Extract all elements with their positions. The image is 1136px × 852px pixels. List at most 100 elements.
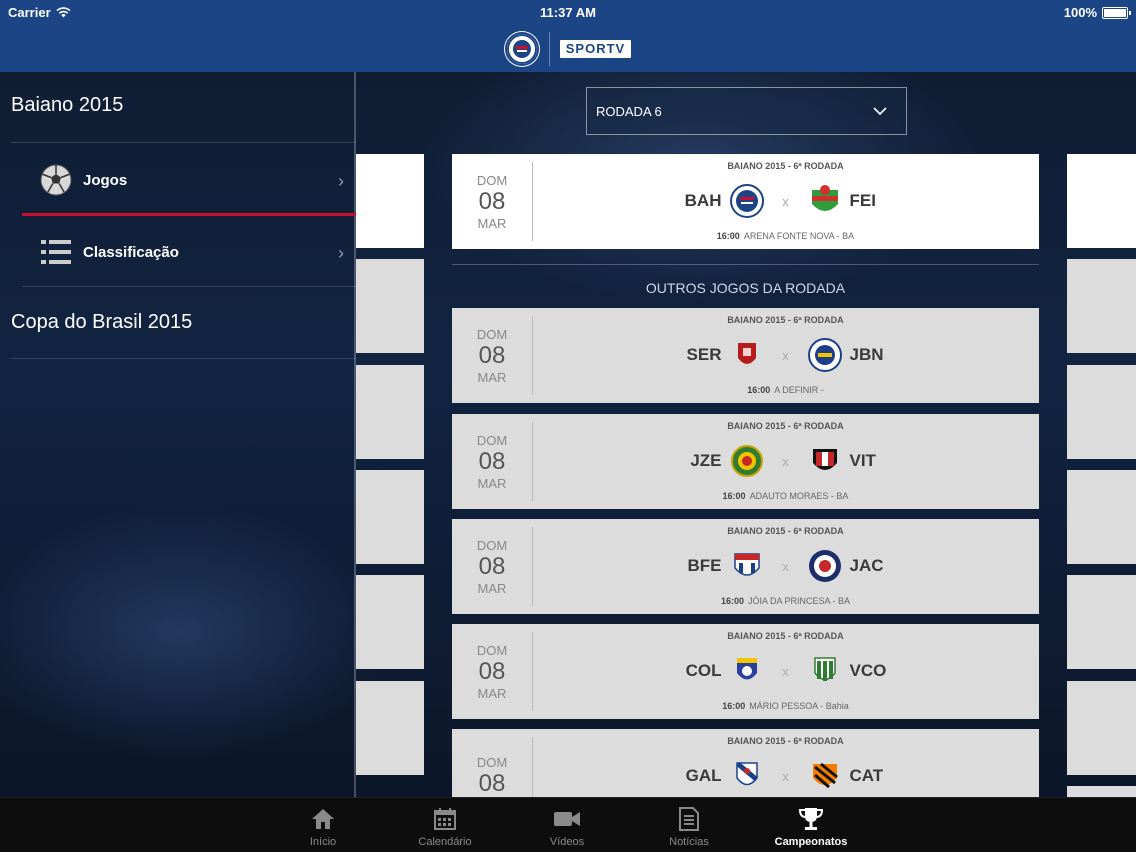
divider	[452, 264, 1039, 265]
sidebar-section-copa-do-brasil[interactable]: Copa do Brasil 2015	[11, 311, 192, 334]
vitoria-crest-icon	[808, 444, 842, 478]
round-select-value: RODADA 6	[596, 103, 662, 119]
soccer-ball-icon	[40, 164, 72, 196]
match-date: DOM 08	[452, 729, 532, 797]
featured-match-card[interactable]: DOM 08 MAR BAIANO 2015 - 6ª RODADA BAH x…	[452, 154, 1039, 249]
tab-label: Campeonatos	[774, 836, 848, 848]
match-day: 08	[478, 657, 506, 685]
prev-round-card[interactable]	[356, 470, 424, 564]
feirense-crest-icon	[808, 184, 842, 218]
match-weekday: DOM	[476, 172, 508, 188]
next-round-card[interactable]	[1067, 365, 1136, 459]
match-weekday: DOM	[476, 432, 508, 448]
next-round-card[interactable]	[1067, 259, 1136, 353]
sidebar-item-classificacao[interactable]: Classificação ›	[22, 217, 356, 287]
next-round-card[interactable]	[1067, 470, 1136, 564]
prev-round-card[interactable]	[356, 365, 424, 459]
vitoria-da-conquista-crest-icon	[808, 654, 842, 688]
stadium-name: A DEFINIR -	[774, 385, 824, 395]
home-team-abbr: SER	[686, 345, 722, 364]
sidebar-item-jogos[interactable]: Jogos ›	[22, 145, 356, 215]
other-matches-heading: OUTROS JOGOS DA RODADA	[645, 280, 846, 296]
match-card[interactable]: DOM 08 BAIANO 2015 - 6ª RODADA GAL x CAT	[452, 729, 1039, 797]
tab-label: Vídeos	[549, 836, 585, 848]
catuense-crest-icon	[808, 759, 842, 793]
versus-label: x	[782, 663, 789, 679]
match-card[interactable]: DOM 08 MAR BAIANO 2015 - 6ª RODADA SER x…	[452, 308, 1039, 403]
match-time: 16:00	[722, 491, 746, 501]
match-date: DOM 08 MAR	[452, 414, 532, 509]
chevron-down-icon	[873, 107, 887, 116]
match-round-label: BAIANO 2015 - 6ª RODADA	[727, 526, 844, 536]
colo-colo-crest-icon	[730, 654, 764, 688]
versus-label: x	[782, 347, 789, 363]
sidebar-item-label: Classificação	[83, 243, 179, 261]
video-camera-icon	[553, 806, 581, 832]
match-weekday: DOM	[476, 326, 508, 342]
match-date: DOM 08 MAR	[452, 308, 532, 403]
match-day: 08	[478, 341, 506, 369]
next-round-card[interactable]	[1067, 786, 1136, 797]
stadium-name: JÓIA DA PRINCESA - BA	[747, 596, 851, 606]
tab-noticias[interactable]: Notícias	[634, 798, 744, 852]
jacobinense-crest-icon	[808, 549, 842, 583]
juazeirense-crest-icon	[807, 338, 842, 372]
sidebar-section-baiano[interactable]: Baiano 2015	[11, 94, 123, 117]
away-team-abbr: VCO	[849, 661, 887, 680]
match-venue: 16:00 A DEFINIR -	[532, 385, 1039, 395]
match-month: MAR	[477, 215, 507, 231]
away-team-abbr: JBN	[849, 345, 884, 364]
trophy-icon	[798, 806, 824, 832]
next-round-card[interactable]	[1067, 575, 1136, 669]
round-select[interactable]: RODADA 6	[586, 87, 907, 135]
match-teams: BFE x JAC	[532, 548, 1039, 584]
club-crest-logo	[504, 32, 539, 66]
match-round-label: BAIANO 2015 - 6ª RODADA	[727, 315, 844, 325]
prev-round-card[interactable]	[356, 681, 424, 775]
nav-divider	[548, 32, 550, 66]
away-team-abbr: VIT	[849, 451, 876, 470]
galicia-crest-icon	[730, 759, 764, 793]
calendar-icon	[433, 806, 457, 832]
tab-videos[interactable]: Vídeos	[512, 798, 622, 852]
battery-percent: 100%	[1063, 5, 1097, 20]
versus-label: x	[782, 453, 789, 469]
divider	[11, 142, 356, 143]
chevron-right-icon: ›	[338, 243, 344, 263]
match-weekday: DOM	[476, 642, 508, 658]
next-round-card[interactable]	[1067, 681, 1136, 775]
tab-bar: Início Calendário Vídeos Notícias Campeo…	[0, 797, 1136, 852]
prev-round-card[interactable]	[356, 259, 424, 353]
match-venue: 16:00 JÓIA DA PRINCESA - BA	[532, 596, 1039, 606]
match-round-label: BAIANO 2015 - 6ª RODADA	[727, 421, 844, 431]
match-month: MAR	[477, 580, 507, 596]
prev-round-card[interactable]	[356, 154, 424, 248]
match-card[interactable]: DOM 08 MAR BAIANO 2015 - 6ª RODADA JZE x…	[452, 414, 1039, 509]
prev-round-card[interactable]	[356, 575, 424, 669]
match-card[interactable]: DOM 08 MAR BAIANO 2015 - 6ª RODADA COL x…	[452, 624, 1039, 719]
match-date: DOM 08 MAR	[452, 624, 532, 719]
status-bar: Carrier 11:37 AM 100%	[0, 0, 1136, 26]
tab-calendario[interactable]: Calendário	[390, 798, 500, 852]
versus-label: x	[782, 768, 789, 784]
match-round-label: BAIANO 2015 - 6ª RODADA	[727, 631, 844, 641]
home-team-abbr: BFE	[687, 556, 722, 575]
tab-label: Calendário	[418, 836, 472, 848]
battery-indicator: 100%	[1063, 5, 1131, 20]
tab-campeonatos[interactable]: Campeonatos	[756, 798, 866, 852]
sidebar-item-label: Jogos	[83, 171, 128, 189]
away-team-abbr: FEI	[849, 191, 876, 210]
active-indicator	[22, 213, 356, 216]
bahia-de-feira-crest-icon	[730, 549, 764, 583]
home-icon	[310, 806, 336, 832]
stadium-name: MÁRIO PESSOA - Bahia	[749, 701, 849, 711]
tab-inicio[interactable]: Início	[268, 798, 378, 852]
sidebar: Baiano 2015 Jogos › Classificação › Copa…	[0, 72, 356, 797]
away-team-abbr: JAC	[849, 556, 884, 575]
next-round-card[interactable]	[1067, 154, 1136, 248]
match-venue: 16:00 ADAUTO MORAES - BA	[532, 491, 1039, 501]
match-teams: GAL x CAT	[532, 758, 1039, 794]
match-date: DOM 08 MAR	[452, 154, 532, 249]
match-card[interactable]: DOM 08 MAR BAIANO 2015 - 6ª RODADA BFE x…	[452, 519, 1039, 614]
match-day: 08	[478, 552, 506, 580]
